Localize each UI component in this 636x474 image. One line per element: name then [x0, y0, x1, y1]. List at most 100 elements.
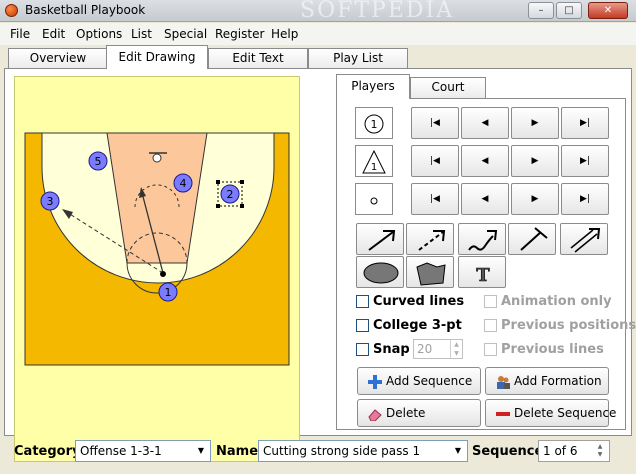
- add-sequence-button[interactable]: Add Sequence: [357, 367, 481, 395]
- menu-edit[interactable]: Edit: [42, 27, 65, 41]
- ball-dot: [160, 271, 166, 277]
- people-icon: [497, 376, 510, 389]
- sequence-spin-arrows-icon[interactable]: ▲ ▼: [593, 443, 607, 459]
- polygon-tool[interactable]: [406, 256, 454, 288]
- delete-button[interactable]: Delete: [357, 399, 481, 427]
- text-tool[interactable]: T: [458, 256, 506, 288]
- curved-lines-box[interactable]: [356, 295, 369, 308]
- offense-player-icon[interactable]: 1: [355, 107, 393, 139]
- animation-only-checkbox[interactable]: Animation only: [484, 294, 624, 310]
- category-dropdown[interactable]: Offense 1-3-1 ▼: [75, 440, 211, 462]
- tab-play-list[interactable]: Play List: [308, 48, 408, 68]
- menu-file[interactable]: File: [10, 27, 30, 41]
- sequence-label: Sequence: [472, 444, 544, 459]
- name-dropdown[interactable]: Cutting strong side pass 1 ▼: [258, 440, 468, 462]
- player-1-number: 1: [165, 286, 172, 299]
- defense-player-label: 1: [371, 162, 377, 173]
- tab-edit-text[interactable]: Edit Text: [208, 48, 308, 68]
- menu-bar: File Edit Options List Special Register …: [0, 23, 636, 45]
- defense-next-button[interactable]: ▶: [511, 145, 559, 177]
- defense-first-button[interactable]: |◀: [411, 145, 459, 177]
- menu-options[interactable]: Options: [76, 27, 122, 41]
- screen-tool[interactable]: [508, 223, 556, 255]
- add-formation-label: Add Formation: [514, 374, 602, 388]
- close-button[interactable]: ✕: [588, 2, 628, 19]
- player-1[interactable]: 1: [158, 282, 178, 302]
- player-5-number: 5: [95, 155, 102, 168]
- solid-arrow-icon: [368, 230, 396, 251]
- menu-register[interactable]: Register: [215, 27, 264, 41]
- spinner-arrows-icon[interactable]: ▲ ▼: [450, 340, 462, 358]
- animation-only-label: Animation only: [501, 294, 612, 309]
- offense-first-button[interactable]: |◀: [411, 107, 459, 139]
- previous-positions-checkbox[interactable]: Previous positions: [484, 318, 636, 334]
- maximize-button[interactable]: □: [556, 2, 582, 19]
- snap-value: 20: [417, 342, 433, 356]
- college-3pt-checkbox[interactable]: College 3-pt: [356, 318, 476, 334]
- tab-court[interactable]: Court: [410, 77, 486, 98]
- handoff-tool[interactable]: [560, 223, 608, 255]
- basket-rim: [152, 153, 162, 163]
- cut-arrow-tool[interactable]: [356, 223, 404, 255]
- name-label: Name: [216, 444, 259, 459]
- snap-label: Snap: [373, 342, 410, 357]
- curved-lines-checkbox[interactable]: Curved lines: [356, 294, 476, 310]
- players-court-tabs: Players Court: [336, 74, 626, 99]
- delete-label: Delete: [386, 406, 426, 420]
- menu-special[interactable]: Special: [164, 27, 207, 41]
- sequence-spinner[interactable]: 1 of 6 ▲ ▼: [538, 440, 610, 462]
- previous-lines-label: Previous lines: [501, 342, 604, 357]
- category-value: Offense 1-3-1: [80, 444, 162, 458]
- animation-only-box[interactable]: [484, 295, 497, 308]
- offense-prev-button[interactable]: ◀: [461, 107, 509, 139]
- snap-box[interactable]: [356, 343, 369, 356]
- snap-spinner[interactable]: 20 ▲ ▼: [413, 339, 463, 359]
- pass-arrow-tool[interactable]: [406, 223, 454, 255]
- minimize-button[interactable]: –: [528, 2, 554, 19]
- chevron-down-icon[interactable]: ▼: [451, 443, 465, 459]
- offense-next-button[interactable]: ▶: [511, 107, 559, 139]
- menu-help[interactable]: Help: [271, 27, 298, 41]
- previous-positions-box[interactable]: [484, 319, 497, 332]
- college-3pt-box[interactable]: [356, 319, 369, 332]
- previous-lines-box[interactable]: [484, 343, 497, 356]
- curved-lines-label: Curved lines: [373, 294, 465, 309]
- sequence-value: 1 of 6: [543, 444, 578, 458]
- defense-prev-button[interactable]: ◀: [461, 145, 509, 177]
- defense-last-button[interactable]: ▶|: [561, 145, 609, 177]
- chevron-down-icon[interactable]: ▼: [194, 443, 208, 459]
- ball-last-button[interactable]: ▶|: [561, 183, 609, 215]
- tab-edit-drawing[interactable]: Edit Drawing: [106, 45, 208, 69]
- defense-player-icon[interactable]: 1: [355, 145, 393, 177]
- tab-players[interactable]: Players: [336, 74, 410, 99]
- dribble-arrow-tool[interactable]: [458, 223, 506, 255]
- minus-icon: [496, 412, 510, 416]
- previous-lines-checkbox[interactable]: Previous lines: [484, 342, 624, 358]
- college-3pt-label: College 3-pt: [373, 318, 462, 333]
- player-4[interactable]: 4: [173, 173, 193, 193]
- court-drawing-area[interactable]: 5 4 3 2 1: [14, 76, 300, 462]
- snap-checkbox[interactable]: Snap: [356, 342, 416, 358]
- name-value: Cutting strong side pass 1: [263, 444, 421, 458]
- offense-last-button[interactable]: ▶|: [561, 107, 609, 139]
- offense-player-label: 1: [371, 118, 378, 131]
- basketball-app-icon: [5, 4, 18, 17]
- plus-icon: [368, 375, 382, 389]
- ball-prev-button[interactable]: ◀: [461, 183, 509, 215]
- player-3[interactable]: 3: [40, 191, 60, 211]
- ball-icon[interactable]: [355, 183, 393, 215]
- title-bar: Basketball Playbook SOFTPEDIA – □ ✕: [0, 0, 636, 23]
- delete-sequence-button[interactable]: Delete Sequence: [485, 399, 616, 427]
- player-5[interactable]: 5: [88, 151, 108, 171]
- softpedia-watermark: SOFTPEDIA: [300, 0, 455, 23]
- dashed-arrow-icon: [418, 230, 446, 251]
- menu-list[interactable]: List: [131, 27, 152, 41]
- tab-overview[interactable]: Overview: [8, 48, 108, 68]
- add-sequence-label: Add Sequence: [386, 374, 473, 388]
- ellipse-tool[interactable]: [356, 256, 404, 288]
- ball-next-button[interactable]: ▶: [511, 183, 559, 215]
- add-formation-button[interactable]: Add Formation: [485, 367, 609, 395]
- main-tabs: Overview Edit Drawing Edit Text Play Lis…: [0, 45, 636, 69]
- delete-sequence-label: Delete Sequence: [514, 406, 617, 420]
- ball-first-button[interactable]: |◀: [411, 183, 459, 215]
